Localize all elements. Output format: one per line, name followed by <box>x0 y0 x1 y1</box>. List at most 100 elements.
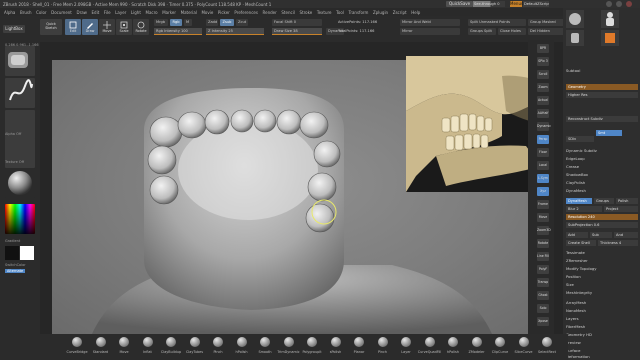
brush-clipcurve[interactable]: ClipCurve <box>491 337 509 359</box>
brush-inflat[interactable]: Inflat <box>139 337 157 359</box>
main-color-swatch[interactable] <box>5 246 19 260</box>
brush-planar[interactable]: Planar <box>350 337 368 359</box>
brush-pinch[interactable]: Pinch <box>209 337 227 359</box>
view-button-line-fill[interactable]: Line Fill <box>537 252 549 261</box>
draw-size-slider[interactable]: Draw Size 38 <box>272 28 322 35</box>
zsub-button[interactable]: Zsub <box>220 19 234 26</box>
smt-button[interactable]: Smt <box>596 130 622 136</box>
modify-topology-item[interactable]: Modify Topology <box>566 266 638 272</box>
view-button-rotate[interactable]: Rotate <box>537 239 549 248</box>
split-unmasked-button[interactable]: Split Unmasked Points <box>468 19 526 26</box>
view-button-persp[interactable]: Persp <box>537 135 549 144</box>
material-thumb[interactable] <box>5 168 35 198</box>
brush-trimdynamic[interactable]: TrimDynamic <box>277 337 300 359</box>
add-button[interactable]: Add <box>566 232 588 238</box>
view-button-move[interactable]: Move <box>537 213 549 222</box>
view-button-xyz[interactable]: Xyz <box>537 187 549 196</box>
close-holes-button[interactable]: Close Holes <box>498 28 526 35</box>
view-button-solo[interactable]: Solo <box>537 304 549 313</box>
quick-sketch-button[interactable]: Quick Sketch <box>40 19 62 35</box>
and-button[interactable]: And <box>614 232 638 238</box>
blur-slider[interactable]: Blur 2 <box>566 206 602 212</box>
view-button-zoom[interactable]: Zoom <box>537 83 549 92</box>
brush-hpolish[interactable]: hPolish <box>233 337 251 359</box>
mirror-button[interactable]: Mirror <box>400 28 460 35</box>
menu-help[interactable]: Help <box>411 10 420 15</box>
project-button[interactable]: Project <box>604 206 638 212</box>
menu-light[interactable]: Light <box>131 10 141 15</box>
secondary-color-swatch[interactable] <box>20 246 34 260</box>
brush-curvebridge[interactable]: CurveBridge <box>66 337 88 359</box>
shell-thumb[interactable] <box>601 10 619 28</box>
menu-preferences[interactable]: Preferences <box>234 10 258 15</box>
menu-alpha[interactable]: Alpha <box>4 10 15 15</box>
menu-document[interactable]: Document <box>51 10 72 15</box>
brush-zmodeler[interactable]: ZModeler <box>468 337 486 359</box>
menu-stroke[interactable]: Stroke <box>300 10 313 15</box>
brush-claybuildup[interactable]: ClayBuildup <box>161 337 181 359</box>
view-button-zoom3d[interactable]: Zoom3D <box>537 226 551 235</box>
view-button-l-sym[interactable]: L.Sym <box>537 174 549 183</box>
menu-material[interactable]: Material <box>181 10 197 15</box>
scale-button[interactable]: Scale <box>116 19 132 35</box>
zcut-button[interactable]: Zcut <box>236 19 248 26</box>
polish-button[interactable]: Polish <box>616 198 638 204</box>
view-button-actual[interactable]: Actual <box>537 96 549 105</box>
subtool-header[interactable]: Subtool <box>566 68 638 74</box>
menu-stencil[interactable]: Stencil <box>281 10 295 15</box>
default-zscript-button[interactable]: DefaultZScript <box>523 1 549 7</box>
current-stroke-thumb[interactable] <box>5 78 35 108</box>
see-through-slider[interactable]: See-through 0 <box>473 1 505 7</box>
preview-item[interactable]: Preview <box>566 340 638 346</box>
m-button[interactable]: M <box>184 19 192 26</box>
crease-item[interactable]: Crease <box>566 164 638 170</box>
menu-movie[interactable]: Movie <box>201 10 213 15</box>
brush-layer[interactable]: Layer <box>397 337 415 359</box>
focal-shift-slider[interactable]: Focal Shift 0 <box>272 19 322 26</box>
deformation-item[interactable]: Deformation <box>566 354 638 360</box>
menu-transform[interactable]: Transform <box>348 10 368 15</box>
view-button-dynamic[interactable]: Dynamic <box>537 122 551 131</box>
claypolish-item[interactable]: ClayPolish <box>566 180 638 186</box>
current-brush-thumb[interactable] <box>5 46 35 76</box>
menu-brush[interactable]: Brush <box>20 10 32 15</box>
mrgb-button[interactable]: Mrgb <box>154 19 168 26</box>
alternate-button[interactable]: Alternate <box>5 269 26 273</box>
quicksave-button[interactable]: QuickSave <box>446 1 474 7</box>
brush-polygroupit[interactable]: Polygroupit <box>302 337 322 359</box>
position-item[interactable]: Position <box>566 274 638 280</box>
menu-edit[interactable]: Edit <box>92 10 100 15</box>
polysphere-thumb[interactable] <box>566 10 584 28</box>
menu-file[interactable]: File <box>104 10 111 15</box>
menu-color[interactable]: Color <box>36 10 46 15</box>
simplebrush-thumb[interactable] <box>601 30 619 46</box>
color-picker[interactable] <box>5 204 35 234</box>
zadd-button[interactable]: Zadd <box>206 19 218 26</box>
meshintegrity-item[interactable]: MeshIntegrity <box>566 290 638 296</box>
brush-smooth[interactable]: Smooth <box>256 337 274 359</box>
brush-spolish[interactable]: sPolish <box>327 337 345 359</box>
mirror-and-weld-button[interactable]: Mirror And Weld <box>400 19 460 26</box>
tessimate-item[interactable]: Tessimate <box>566 250 638 256</box>
view-button-bpr[interactable]: BPR <box>537 44 549 53</box>
sdiv-slider[interactable]: SDiv <box>566 136 594 142</box>
size-item[interactable]: Size <box>566 282 638 288</box>
thickness-slider[interactable]: Thickness 4 <box>598 240 638 246</box>
menu-zscript[interactable]: Zscript <box>393 10 407 15</box>
view-button-aahalf[interactable]: AAHalf <box>537 109 549 118</box>
arraymesh-item[interactable]: ArrayMesh <box>566 300 638 306</box>
rotate-button[interactable]: Rotate <box>133 19 149 35</box>
subprojection-slider[interactable]: SubProjection 0.6 <box>566 222 638 228</box>
dynamesh-button[interactable]: DynaMesh <box>566 198 592 204</box>
reconstruct-subdiv-button[interactable]: Reconstruct Subdiv <box>566 116 638 122</box>
brush-standard[interactable]: Standard <box>92 337 110 359</box>
brush-hpolish[interactable]: hPolish <box>444 337 462 359</box>
menu-marker[interactable]: Marker <box>162 10 176 15</box>
layers-item[interactable]: Layers <box>566 316 638 322</box>
edgeloop-item[interactable]: EdgeLoop <box>566 156 638 162</box>
rgb-intensity-slider[interactable]: Rgb Intensity 100 <box>154 28 202 35</box>
view-button-polyf[interactable]: PolyF <box>537 265 549 274</box>
sub-button[interactable]: Sub <box>590 232 612 238</box>
brush-move[interactable]: Move <box>115 337 133 359</box>
higher-res-button[interactable]: Higher Res <box>566 92 638 98</box>
